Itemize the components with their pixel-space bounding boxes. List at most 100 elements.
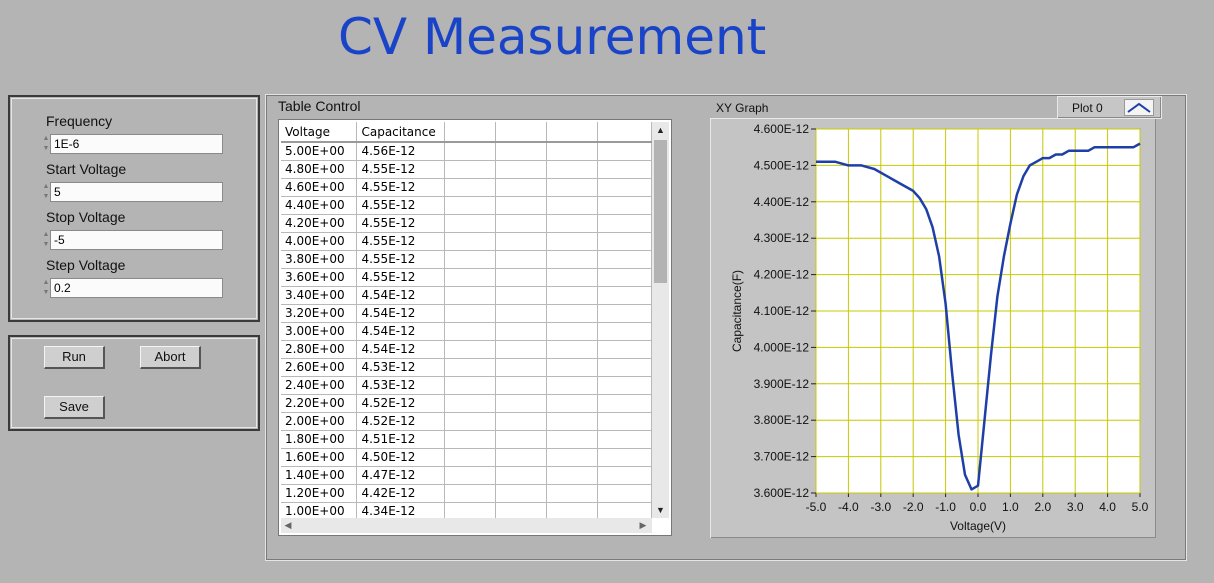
table-cell[interactable] [495,448,548,467]
table-cell[interactable]: 4.55E-12 [356,250,446,269]
table-cell[interactable] [546,232,599,251]
table-cell[interactable] [495,286,548,305]
scroll-down-icon[interactable]: ▼ [652,502,669,518]
table-cell[interactable] [546,484,599,503]
table-cell[interactable]: 4.55E-12 [356,232,446,251]
table-cell[interactable] [444,322,497,341]
table-cell[interactable] [444,160,497,179]
table-cell[interactable]: 4.00E+00 [281,232,358,251]
table-row[interactable]: 3.20E+00 4.54E-12 [281,304,652,323]
table-row[interactable]: 4.60E+00 4.55E-12 [281,178,652,197]
table-cell[interactable]: 4.55E-12 [356,178,446,197]
table-cell[interactable] [597,430,652,449]
table-cell[interactable] [495,304,548,323]
table-cell[interactable] [444,304,497,323]
table-row[interactable]: 3.40E+00 4.54E-12 [281,286,652,305]
table-row[interactable]: 1.20E+00 4.42E-12 [281,484,652,503]
scroll-up-icon[interactable]: ▲ [652,122,669,138]
table-cell[interactable]: 3.00E+00 [281,322,358,341]
table-row[interactable]: 2.40E+00 4.53E-12 [281,376,652,395]
table-cell[interactable]: 4.54E-12 [356,304,446,323]
table-cell[interactable]: 4.56E-12 [356,142,446,161]
table-cell[interactable]: 1.40E+00 [281,466,358,485]
table-cell[interactable]: 3.80E+00 [281,250,358,269]
stop-voltage-input[interactable]: -5 [50,230,223,250]
table-row[interactable]: 2.80E+00 4.54E-12 [281,340,652,359]
table-cell[interactable]: 4.54E-12 [356,340,446,359]
table-cell[interactable]: 2.00E+00 [281,412,358,431]
table-cell[interactable] [546,268,599,287]
table-cell[interactable]: 4.20E+00 [281,214,358,233]
table-cell[interactable] [546,466,599,485]
table-row[interactable]: 1.80E+00 4.51E-12 [281,430,652,449]
table-cell[interactable] [546,196,599,215]
table-cell[interactable] [597,340,652,359]
table-cell[interactable]: 4.52E-12 [356,394,446,413]
table-cell[interactable] [546,340,599,359]
abort-button[interactable]: Abort [140,346,201,369]
table-cell[interactable] [444,196,497,215]
frequency-input[interactable]: 1E-6 [50,134,223,154]
table-cell[interactable]: 4.55E-12 [356,268,446,287]
table-cell[interactable] [444,430,497,449]
table-cell[interactable] [597,268,652,287]
table-cell[interactable]: 4.54E-12 [356,322,446,341]
table-cell[interactable] [444,178,497,197]
table-cell[interactable] [444,448,497,467]
table-cell[interactable]: 1.80E+00 [281,430,358,449]
horizontal-scrollbar[interactable]: ◀ ▶ [281,518,652,533]
table-cell[interactable] [444,214,497,233]
table-cell[interactable] [597,142,652,161]
table-cell[interactable]: 4.55E-12 [356,196,446,215]
table-cell[interactable]: 4.80E+00 [281,160,358,179]
table-cell[interactable] [495,142,548,161]
table-cell[interactable] [546,502,599,518]
table-row[interactable]: 4.80E+00 4.55E-12 [281,160,652,179]
table-cell[interactable]: 4.42E-12 [356,484,446,503]
table-cell[interactable] [597,232,652,251]
table-cell[interactable] [546,286,599,305]
table-cell[interactable] [597,304,652,323]
table-cell[interactable] [546,322,599,341]
table-cell[interactable]: 4.52E-12 [356,412,446,431]
table-cell[interactable] [597,286,652,305]
data-table[interactable]: Voltage Capacitance 5.00E+00 4.56E-12 4.80E… [278,119,672,536]
table-cell[interactable] [546,376,599,395]
save-button[interactable]: Save [44,396,105,419]
table-cell[interactable] [444,286,497,305]
table-cell[interactable] [597,484,652,503]
table-cell[interactable] [546,358,599,377]
table-cell[interactable] [597,196,652,215]
table-cell[interactable] [495,484,548,503]
table-cell[interactable]: 4.53E-12 [356,376,446,395]
table-cell[interactable]: 1.00E+00 [281,502,358,518]
table-cell[interactable]: 4.53E-12 [356,358,446,377]
plot-legend[interactable]: Plot 0 [1057,96,1162,119]
table-cell[interactable]: 3.60E+00 [281,268,358,287]
table-row[interactable]: 2.20E+00 4.52E-12 [281,394,652,413]
table-cell[interactable] [546,412,599,431]
table-cell[interactable] [546,160,599,179]
table-row[interactable]: 3.60E+00 4.55E-12 [281,268,652,287]
table-cell[interactable] [546,448,599,467]
table-row[interactable]: 4.20E+00 4.55E-12 [281,214,652,233]
table-cell[interactable] [444,268,497,287]
table-row[interactable]: 3.00E+00 4.54E-12 [281,322,652,341]
table-cell[interactable] [546,394,599,413]
table-cell[interactable] [546,178,599,197]
table-cell[interactable] [495,196,548,215]
table-cell[interactable] [444,376,497,395]
table-row[interactable]: 4.00E+00 4.55E-12 [281,232,652,251]
run-button[interactable]: Run [44,346,105,369]
table-cell[interactable] [495,250,548,269]
table-cell[interactable] [495,502,548,518]
table-cell[interactable] [444,142,497,161]
table-cell[interactable] [495,232,548,251]
table-cell[interactable] [444,484,497,503]
table-cell[interactable] [495,358,548,377]
table-cell[interactable] [597,448,652,467]
table-cell[interactable] [495,214,548,233]
table-cell[interactable] [495,376,548,395]
xy-graph[interactable]: -5.0 -4.0 -3.0 -2.0 -1.0 0.0 1.0 2.0 3.0 4.0 5.0 4.… [710,118,1156,538]
table-cell[interactable]: 3.40E+00 [281,286,358,305]
